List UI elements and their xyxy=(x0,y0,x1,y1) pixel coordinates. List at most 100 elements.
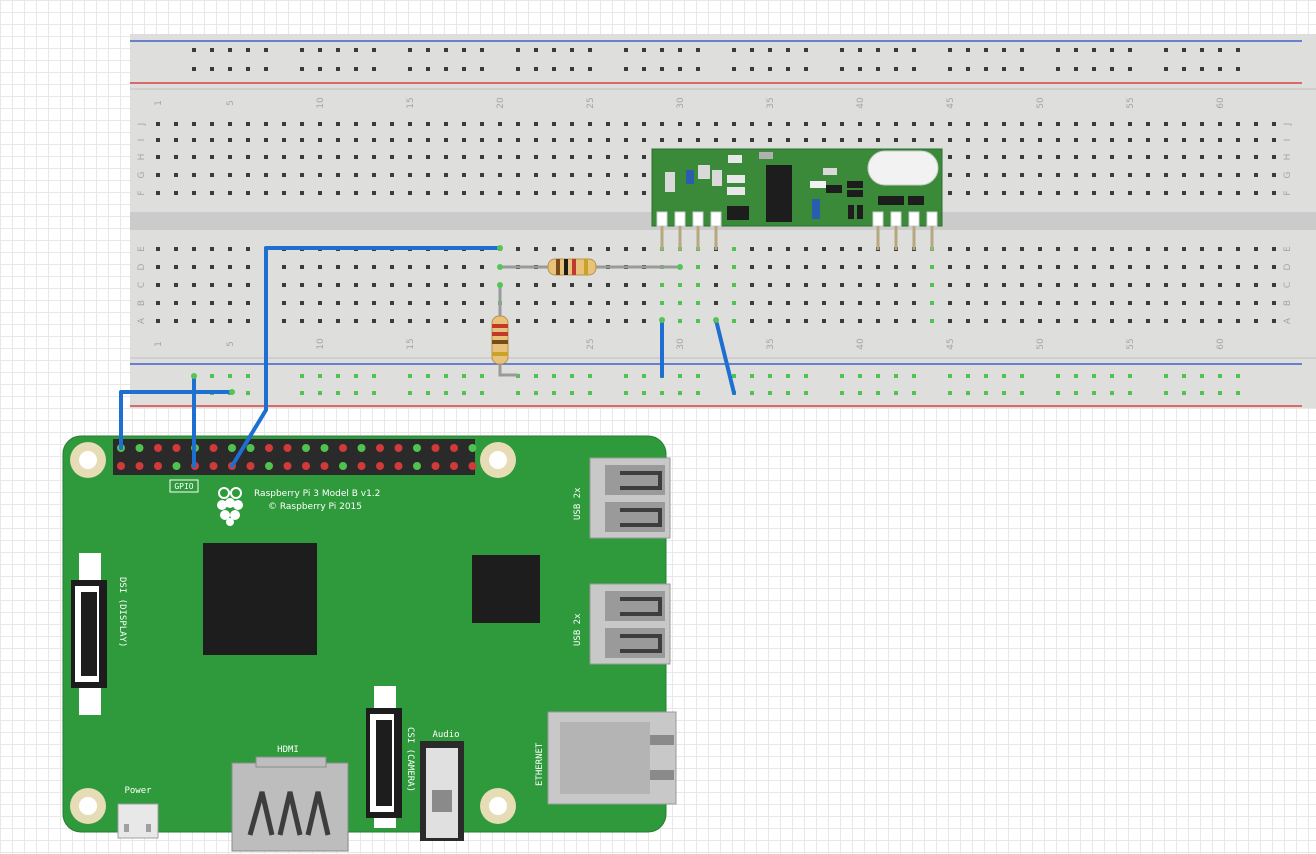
connected-hole xyxy=(1164,391,1168,395)
breadboard-hole xyxy=(930,138,934,142)
breadboard-hole xyxy=(516,155,520,159)
dsi-label: DSI (DISPLAY) xyxy=(117,577,127,647)
connected-hole xyxy=(408,391,412,395)
column-number: 25 xyxy=(586,338,596,349)
gpio-pin xyxy=(357,444,366,452)
connected-hole xyxy=(948,391,952,395)
column-number: 45 xyxy=(946,97,956,108)
connected-hole xyxy=(336,391,340,395)
breadboard-hole xyxy=(1002,173,1006,177)
breadboard-hole xyxy=(1182,138,1186,142)
breadboard-hole xyxy=(750,319,754,323)
breadboard-hole xyxy=(966,138,970,142)
breadboard-hole xyxy=(732,122,736,126)
breadboard-hole xyxy=(156,191,160,195)
board-copyright: © Raspberry Pi 2015 xyxy=(268,502,362,512)
breadboard-hole xyxy=(462,122,466,126)
connected-hole xyxy=(678,374,682,378)
connected-hole xyxy=(210,374,214,378)
connected-hole xyxy=(696,283,700,287)
breadboard-hole xyxy=(1200,301,1204,305)
resistor-h-band-2 xyxy=(564,259,568,275)
connected-hole xyxy=(678,301,682,305)
rail-hole xyxy=(750,48,754,52)
breadboard-hole xyxy=(372,155,376,159)
breadboard-hole xyxy=(1056,155,1060,159)
breadboard-hole xyxy=(1092,247,1096,251)
resistor-h-band-1 xyxy=(556,259,560,275)
rf-pin-pad xyxy=(908,211,920,227)
breadboard-hole xyxy=(390,301,394,305)
ethernet-label: ETHERNET xyxy=(535,742,545,786)
breadboard-hole xyxy=(822,265,826,269)
breadboard-hole xyxy=(768,283,772,287)
breadboard-hole xyxy=(1272,247,1276,251)
gpio-pin xyxy=(302,462,310,470)
breadboard-hole xyxy=(588,155,592,159)
gpio-pin xyxy=(450,462,458,470)
connected-hole xyxy=(1020,374,1024,378)
breadboard-hole xyxy=(624,247,628,251)
breadboard-hole xyxy=(1002,138,1006,142)
breadboard-hole xyxy=(588,301,592,305)
breadboard-hole xyxy=(318,173,322,177)
connected-hole xyxy=(732,265,736,269)
rail-hole xyxy=(678,67,682,71)
connected-hole xyxy=(660,301,664,305)
rail-hole xyxy=(246,48,250,52)
breadboard-hole xyxy=(282,265,286,269)
gpio-pin xyxy=(172,444,181,452)
breadboard-hole xyxy=(1236,138,1240,142)
breadboard-hole xyxy=(318,155,322,159)
breadboard-hole xyxy=(408,155,412,159)
breadboard-hole xyxy=(606,138,610,142)
gpio-pin xyxy=(376,462,384,470)
breadboard-hole xyxy=(336,283,340,287)
breadboard-hole xyxy=(642,301,646,305)
connected-hole xyxy=(660,391,664,395)
rail-hole xyxy=(1092,48,1096,52)
connected-hole xyxy=(750,374,754,378)
breadboard-hole xyxy=(210,173,214,177)
gpio-pin xyxy=(468,444,477,452)
breadboard-hole xyxy=(1002,155,1006,159)
column-number: 15 xyxy=(406,338,416,349)
usb-2-label: USB 2x xyxy=(573,613,583,646)
row-letter: H xyxy=(1283,154,1293,161)
breadboard-hole xyxy=(1128,138,1132,142)
gpio-pin xyxy=(209,462,218,470)
breadboard-hole xyxy=(588,319,592,323)
connected-hole xyxy=(768,391,772,395)
connected-hole xyxy=(534,374,538,378)
breadboard-hole xyxy=(1038,155,1042,159)
breadboard-hole xyxy=(210,301,214,305)
rail-hole xyxy=(786,67,790,71)
breadboard-hole xyxy=(372,301,376,305)
rf-module-capacitor-1 xyxy=(686,170,694,184)
breadboard-hole xyxy=(804,138,808,142)
column-number: 10 xyxy=(316,97,326,109)
connected-hole xyxy=(678,283,682,287)
rail-hole xyxy=(354,67,358,71)
rail-hole xyxy=(300,48,304,52)
breadboard-hole xyxy=(318,283,322,287)
breadboard-hole xyxy=(1254,247,1258,251)
resistor-h-band-3 xyxy=(572,259,576,275)
breadboard-hole xyxy=(1110,122,1114,126)
connected-hole xyxy=(984,374,988,378)
connected-hole xyxy=(246,391,250,395)
connected-hole xyxy=(840,391,844,395)
breadboard-hole xyxy=(1146,319,1150,323)
rail-hole xyxy=(696,67,700,71)
connected-hole xyxy=(678,319,682,323)
rail-hole xyxy=(336,67,340,71)
rail-hole xyxy=(912,48,916,52)
breadboard-hole xyxy=(624,155,628,159)
rail-hole xyxy=(426,48,430,52)
usb-port-2-slot-a xyxy=(605,591,665,621)
gpio-pin xyxy=(283,444,292,452)
hdmi-port xyxy=(231,762,349,852)
connected-hole xyxy=(480,374,484,378)
breadboard-hole xyxy=(498,155,502,159)
breadboard-hole xyxy=(1200,247,1204,251)
